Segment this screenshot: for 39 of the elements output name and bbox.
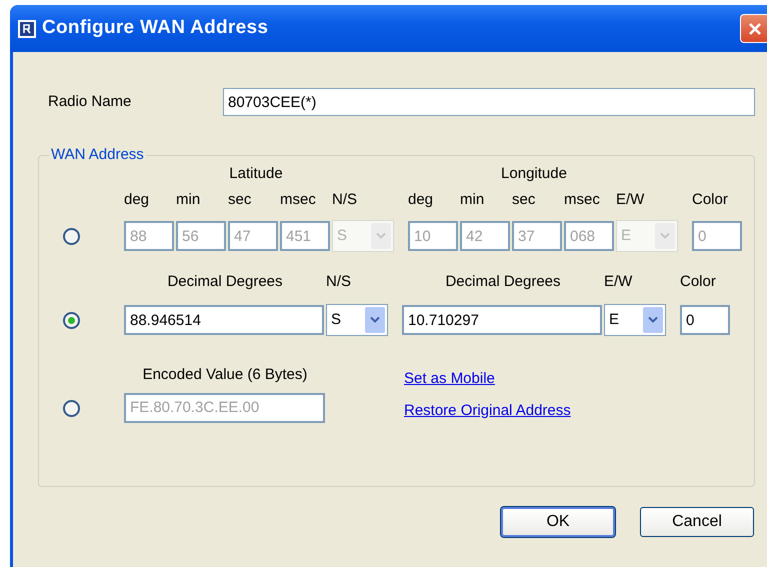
radio-button[interactable] [63, 312, 80, 328]
column-label: Encoded Value (6 Bytes) [142, 365, 308, 385]
column-label: sec [228, 190, 252, 210]
column-label: deg [408, 190, 434, 210]
app-icon [18, 20, 36, 38]
input-field[interactable]: 0 [680, 305, 730, 335]
column-label: sec [512, 190, 536, 210]
column-label: Decimal Degrees [445, 272, 561, 292]
input-field[interactable]: 88.946514 [124, 305, 324, 335]
column-label: E/W [604, 272, 632, 292]
dropdown[interactable]: E [616, 220, 678, 252]
column-label: Decimal Degrees [167, 272, 283, 292]
dialog-button[interactable]: Cancel [640, 507, 754, 537]
column-label: N/S [332, 190, 358, 210]
dropdown[interactable]: S [332, 220, 394, 252]
column-label: deg [124, 190, 150, 210]
input-field[interactable]: 10.710297 [402, 305, 602, 335]
column-label: N/S [326, 272, 352, 292]
close-button[interactable] [740, 14, 767, 43]
column-label: msec [280, 190, 316, 210]
column-label: Color [692, 190, 728, 210]
close-icon [747, 20, 763, 36]
radio-name-field[interactable]: 80703CEE(*) [223, 88, 755, 116]
field-label: Radio Name [47, 92, 132, 112]
column-label: msec [564, 190, 600, 210]
dropdown[interactable]: S [326, 304, 388, 336]
column-label: Latitude [229, 164, 283, 184]
radio-button[interactable] [63, 228, 80, 244]
column-label: Longitude [501, 164, 567, 184]
link[interactable]: Restore Original Address [404, 400, 571, 422]
column-label: Color [680, 272, 716, 292]
window-title: Configure WAN Address [42, 16, 268, 40]
column-label: min [460, 190, 484, 210]
radio-button[interactable] [63, 400, 80, 416]
dialog-button[interactable]: OK [501, 507, 615, 537]
column-label: E/W [616, 190, 644, 210]
link[interactable]: Set as Mobile [404, 368, 571, 390]
column-label: min [176, 190, 200, 210]
dropdown[interactable]: E [604, 304, 666, 336]
